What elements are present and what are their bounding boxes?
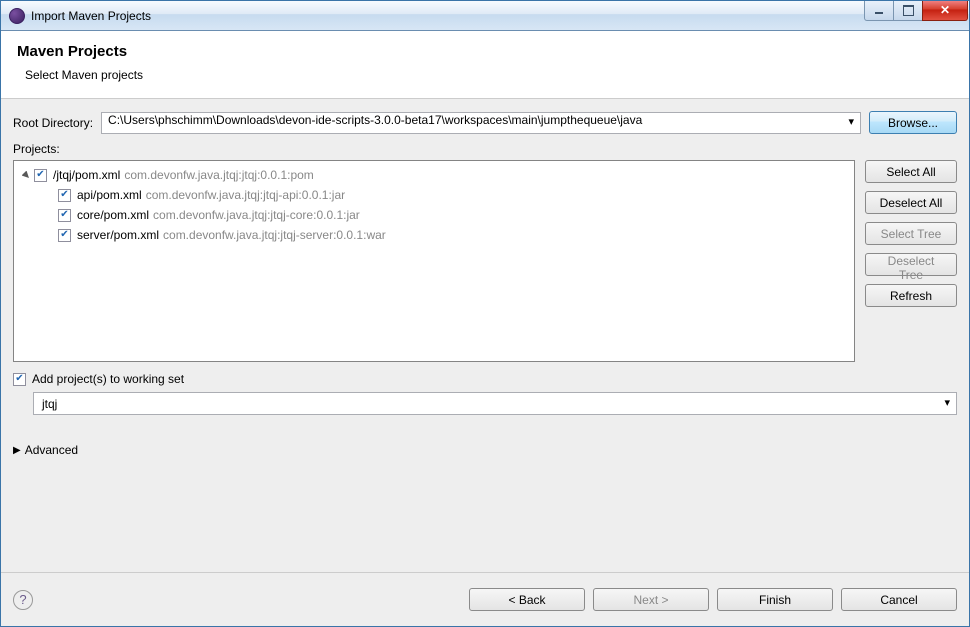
tree-child-row[interactable]: ✔ api/pom.xml com.devonfw.java.jtqj:jtqj… [14, 185, 854, 205]
tree-child-gav: com.devonfw.java.jtqj:jtqj-core:0.0.1:ja… [153, 208, 360, 222]
root-directory-label: Root Directory: [13, 116, 93, 130]
help-icon[interactable]: ? [13, 590, 33, 610]
back-button[interactable]: < Back [469, 588, 585, 611]
tree-root-row[interactable]: ✔ /jtqj/pom.xml com.devonfw.java.jtqj:jt… [14, 165, 854, 185]
select-all-button[interactable]: Select All [865, 160, 957, 183]
eclipse-icon [9, 8, 25, 24]
advanced-toggle[interactable]: ▶ Advanced [13, 443, 957, 457]
checkbox-child[interactable]: ✔ [58, 189, 71, 202]
advanced-label: Advanced [25, 443, 78, 457]
tree-child-path: core/pom.xml [77, 208, 149, 222]
window-controls: ✕ [865, 1, 968, 21]
projects-area: ✔ /jtqj/pom.xml com.devonfw.java.jtqj:jt… [13, 160, 957, 362]
window-title: Import Maven Projects [31, 9, 865, 23]
tree-child-gav: com.devonfw.java.jtqj:jtqj-api:0.0.1:jar [146, 188, 345, 202]
checkbox-child[interactable]: ✔ [58, 229, 71, 242]
cancel-button[interactable]: Cancel [841, 588, 957, 611]
dialog-window: Import Maven Projects ✕ Maven Projects S… [0, 0, 970, 627]
working-set-row: ✔ Add project(s) to working set [13, 372, 957, 386]
page-subtitle: Select Maven projects [25, 68, 953, 82]
expander-icon[interactable] [20, 169, 32, 181]
tree-child-path: server/pom.xml [77, 228, 159, 242]
working-set-value: jtqj [42, 397, 57, 411]
working-set-label: Add project(s) to working set [32, 372, 184, 386]
footer: ? < Back Next > Finish Cancel [1, 572, 969, 626]
header-panel: Maven Projects Select Maven projects [1, 31, 969, 99]
projects-tree[interactable]: ✔ /jtqj/pom.xml com.devonfw.java.jtqj:jt… [13, 160, 855, 362]
projects-label: Projects: [13, 142, 957, 156]
refresh-button[interactable]: Refresh [865, 284, 957, 307]
finish-button[interactable]: Finish [717, 588, 833, 611]
browse-button[interactable]: Browse... [869, 111, 957, 134]
chevron-right-icon: ▶ [13, 445, 21, 456]
close-button[interactable]: ✕ [922, 1, 968, 21]
root-directory-row: Root Directory: C:\Users\phschimm\Downlo… [13, 111, 957, 134]
checkbox-root[interactable]: ✔ [34, 169, 47, 182]
tree-child-row[interactable]: ✔ core/pom.xml com.devonfw.java.jtqj:jtq… [14, 205, 854, 225]
page-title: Maven Projects [17, 43, 953, 60]
maximize-button[interactable] [893, 1, 923, 21]
titlebar[interactable]: Import Maven Projects ✕ [1, 1, 969, 31]
tree-root-gav: com.devonfw.java.jtqj:jtqj:0.0.1:pom [124, 168, 313, 182]
select-tree-button[interactable]: Select Tree [865, 222, 957, 245]
content-area: Root Directory: C:\Users\phschimm\Downlo… [1, 99, 969, 572]
minimize-button[interactable] [864, 1, 894, 21]
deselect-tree-button[interactable]: Deselect Tree [865, 253, 957, 276]
root-directory-value: C:\Users\phschimm\Downloads\devon-ide-sc… [108, 113, 642, 127]
checkbox-child[interactable]: ✔ [58, 209, 71, 222]
root-directory-input[interactable]: C:\Users\phschimm\Downloads\devon-ide-sc… [101, 112, 861, 134]
working-set-checkbox[interactable]: ✔ [13, 373, 26, 386]
tree-child-path: api/pom.xml [77, 188, 142, 202]
deselect-all-button[interactable]: Deselect All [865, 191, 957, 214]
working-set-select[interactable]: jtqj [33, 392, 957, 415]
next-button[interactable]: Next > [593, 588, 709, 611]
tree-child-row[interactable]: ✔ server/pom.xml com.devonfw.java.jtqj:j… [14, 225, 854, 245]
tree-root-path: /jtqj/pom.xml [53, 168, 120, 182]
tree-side-buttons: Select All Deselect All Select Tree Dese… [865, 160, 957, 362]
tree-child-gav: com.devonfw.java.jtqj:jtqj-server:0.0.1:… [163, 228, 386, 242]
